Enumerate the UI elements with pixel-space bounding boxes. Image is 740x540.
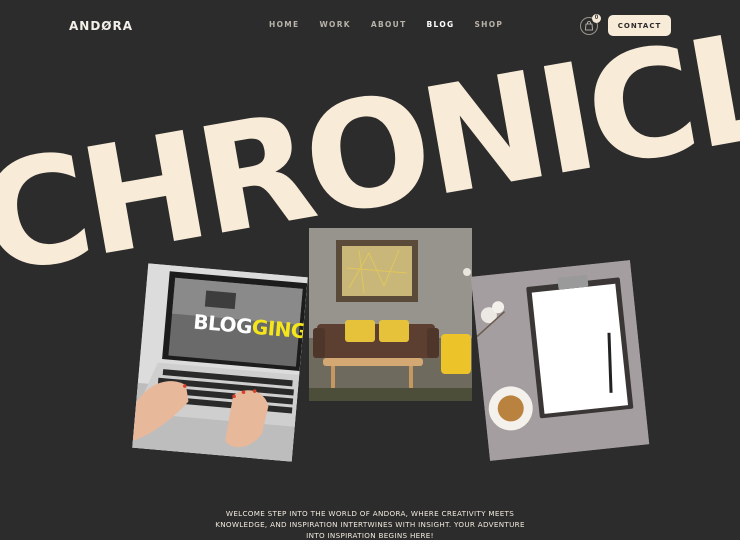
blog-photo-laptop[interactable]: BLOGGING xyxy=(132,263,308,462)
intro-text: WELCOME STEP INTO THE WORLD OF ANDORA, W… xyxy=(215,509,525,540)
laptop-illustration xyxy=(132,263,308,462)
living-room-illustration xyxy=(309,228,472,401)
desk-illustration xyxy=(470,260,650,461)
blog-photo-living-room[interactable] xyxy=(309,228,472,401)
laptop-screen-text-white: BLOG xyxy=(192,309,253,339)
laptop-screen-text-yellow: GING xyxy=(250,314,308,344)
blog-photo-desk[interactable] xyxy=(470,260,650,461)
